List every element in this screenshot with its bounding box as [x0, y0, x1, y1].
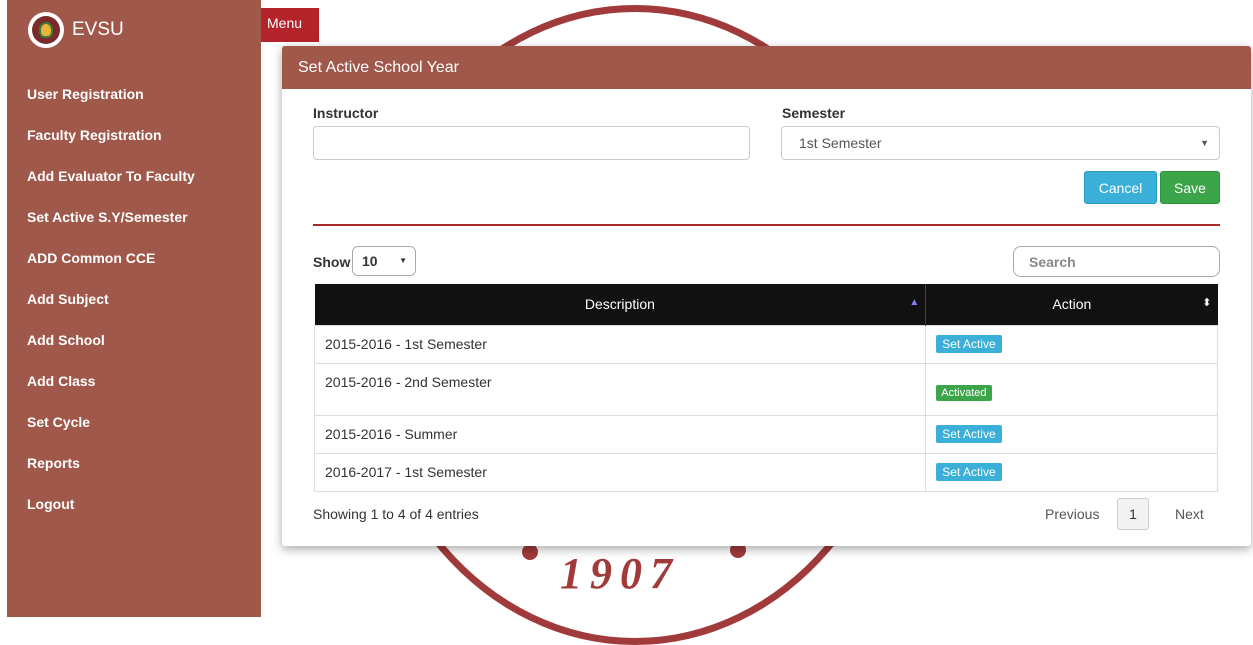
table-row: 2016-2017 - 1st Semester Set Active [313, 452, 1218, 492]
sort-both-icon: ⬍ [1202, 297, 1212, 309]
sidebar-item-set-active-sy[interactable]: Set Active S.Y/Semester [27, 197, 195, 238]
show-label: Show [313, 254, 351, 270]
activated-badge: Activated [936, 385, 992, 401]
menu-button[interactable]: Menu [261, 8, 319, 42]
brand-name: EVSU [72, 19, 124, 40]
column-header-description[interactable]: Description ▲ [314, 284, 927, 325]
set-active-button[interactable]: Set Active [936, 425, 1002, 443]
panel-title: Set Active School Year [282, 46, 1251, 89]
row-description: 2015-2016 - 1st Semester [313, 324, 927, 364]
semester-selected-value: 1st Semester [799, 135, 882, 151]
sidebar-item-add-evaluator[interactable]: Add Evaluator To Faculty [27, 156, 195, 197]
divider [313, 224, 1220, 226]
sidebar-item-add-common-cce[interactable]: ADD Common CCE [27, 238, 195, 279]
evsu-logo-icon [28, 12, 64, 48]
sidebar-item-add-class[interactable]: Add Class [27, 361, 195, 402]
brand[interactable]: EVSU [28, 11, 124, 49]
row-description: 2016-2017 - 1st Semester [313, 452, 927, 492]
seal-year: 1907 [560, 549, 680, 598]
sidebar-item-reports[interactable]: Reports [27, 443, 195, 484]
instructor-label: Instructor [313, 105, 379, 121]
previous-page-link[interactable]: Previous [1045, 506, 1099, 522]
sidebar-item-logout[interactable]: Logout [27, 484, 195, 525]
row-description: 2015-2016 - 2nd Semester [313, 362, 927, 416]
instructor-input[interactable] [313, 126, 750, 160]
set-active-school-year-panel: Set Active School Year Instructor Semest… [282, 46, 1251, 546]
page-length-value: 10 [362, 253, 378, 269]
sidebar: EVSU User Registration Faculty Registrat… [7, 0, 261, 617]
page-length-select[interactable]: 10 ▼ [352, 246, 416, 276]
page-number-button[interactable]: 1 [1117, 498, 1149, 530]
sidebar-item-faculty-registration[interactable]: Faculty Registration [27, 115, 195, 156]
sort-asc-icon: ▲ [909, 297, 920, 308]
table-row: 2015-2016 - 1st Semester Set Active [313, 324, 1218, 364]
row-description: 2015-2016 - Summer [313, 414, 927, 454]
set-active-button[interactable]: Set Active [936, 335, 1002, 353]
school-year-table: Description ▲ Action ⬍ 2015-2016 - 1st S… [313, 284, 1218, 492]
table-row: 2015-2016 - 2nd Semester Activated [313, 362, 1218, 416]
table-info: Showing 1 to 4 of 4 entries [313, 506, 479, 522]
seal-dot-left [522, 544, 538, 560]
next-page-link[interactable]: Next [1175, 506, 1204, 522]
select-caret-icon: ▼ [1200, 138, 1209, 148]
set-active-button[interactable]: Set Active [936, 463, 1002, 481]
column-header-action[interactable]: Action ⬍ [925, 284, 1218, 325]
sidebar-nav: User Registration Faculty Registration A… [27, 74, 195, 525]
length-caret-icon: ▼ [399, 256, 407, 265]
semester-label: Semester [782, 105, 846, 121]
save-button[interactable]: Save [1160, 171, 1220, 204]
cancel-button[interactable]: Cancel [1084, 171, 1157, 204]
search-input[interactable]: Search [1013, 246, 1220, 277]
table-row: 2015-2016 - Summer Set Active [313, 414, 1218, 454]
semester-select[interactable]: 1st Semester ▼ [781, 126, 1220, 160]
sidebar-item-set-cycle[interactable]: Set Cycle [27, 402, 195, 443]
sidebar-item-user-registration[interactable]: User Registration [27, 74, 195, 115]
sidebar-item-add-subject[interactable]: Add Subject [27, 279, 195, 320]
sidebar-item-add-school[interactable]: Add School [27, 320, 195, 361]
